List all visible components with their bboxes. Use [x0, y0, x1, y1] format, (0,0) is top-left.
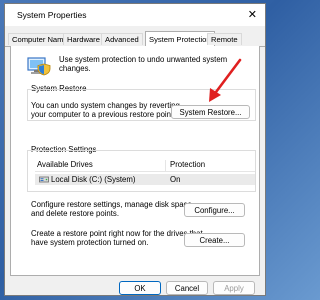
annotation-arrow-icon — [209, 58, 242, 102]
